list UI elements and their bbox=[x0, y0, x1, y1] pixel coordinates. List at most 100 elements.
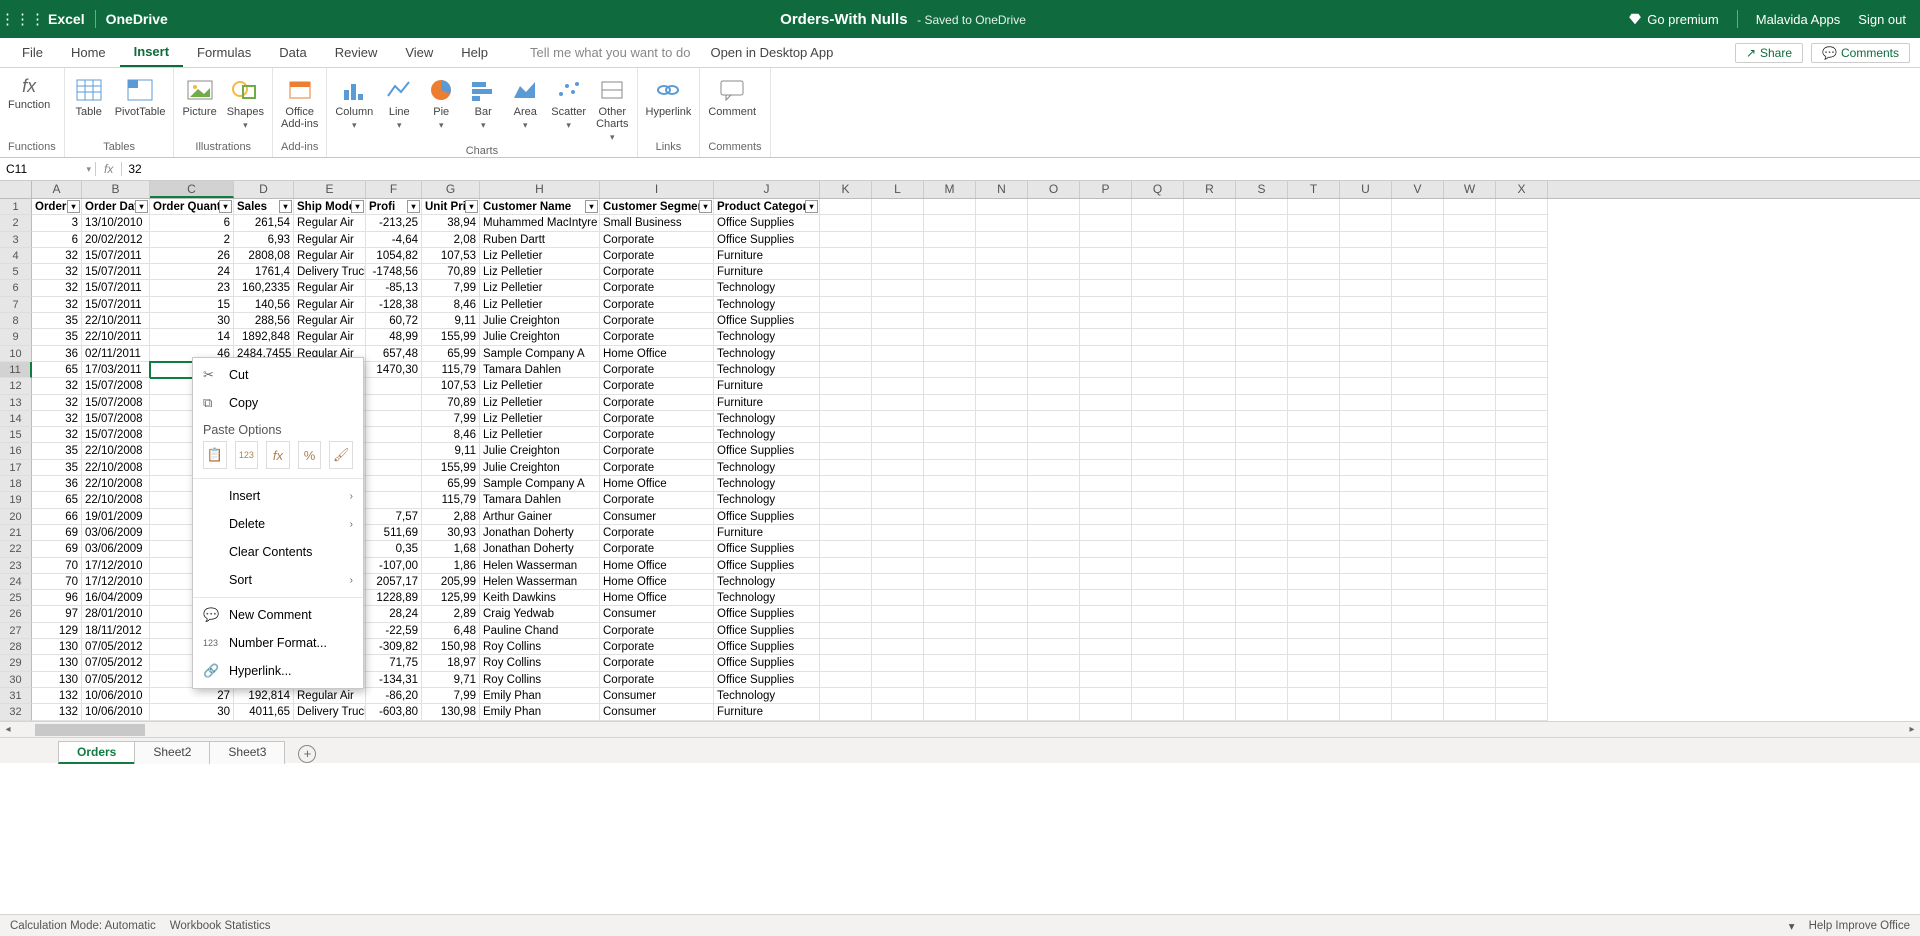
cell[interactable]: -107,00 bbox=[366, 558, 422, 574]
insert-shapes-button[interactable]: Shapes▾ bbox=[227, 72, 264, 131]
cell[interactable] bbox=[1132, 574, 1184, 590]
cell[interactable]: 07/05/2012 bbox=[82, 655, 150, 671]
cell[interactable]: 1228,89 bbox=[366, 590, 422, 606]
cell[interactable]: Liz Pelletier bbox=[480, 411, 600, 427]
cell[interactable] bbox=[1340, 346, 1392, 362]
cell[interactable] bbox=[1184, 460, 1236, 476]
cell[interactable] bbox=[1288, 476, 1340, 492]
cell[interactable] bbox=[1080, 541, 1132, 557]
cell[interactable] bbox=[1392, 297, 1444, 313]
header-cell[interactable] bbox=[872, 199, 924, 215]
ribbon-tab-review[interactable]: Review bbox=[321, 38, 392, 67]
cell[interactable] bbox=[1132, 280, 1184, 296]
cell[interactable]: 15/07/2008 bbox=[82, 427, 150, 443]
cell[interactable] bbox=[820, 427, 872, 443]
cell[interactable]: 9,71 bbox=[422, 672, 480, 688]
cell[interactable]: 288,56 bbox=[234, 313, 294, 329]
cell[interactable] bbox=[976, 297, 1028, 313]
cell[interactable] bbox=[1132, 509, 1184, 525]
cell[interactable] bbox=[1444, 655, 1496, 671]
ribbon-tab-data[interactable]: Data bbox=[265, 38, 320, 67]
filter-dropdown-icon[interactable]: ▾ bbox=[351, 200, 364, 213]
cell[interactable] bbox=[1132, 492, 1184, 508]
header-cell[interactable]: Order▾ bbox=[32, 199, 82, 215]
cell[interactable]: 65 bbox=[32, 362, 82, 378]
sheet-tab-orders[interactable]: Orders bbox=[58, 741, 135, 764]
cell[interactable] bbox=[976, 558, 1028, 574]
header-cell[interactable] bbox=[976, 199, 1028, 215]
cell[interactable]: 107,53 bbox=[422, 248, 480, 264]
cell[interactable] bbox=[1496, 264, 1548, 280]
cell[interactable] bbox=[1392, 232, 1444, 248]
cell[interactable] bbox=[872, 509, 924, 525]
cell[interactable]: Corporate bbox=[600, 248, 714, 264]
cell[interactable]: Delivery Truck bbox=[294, 264, 366, 280]
cell[interactable]: Corporate bbox=[600, 639, 714, 655]
go-premium-button[interactable]: Go premium bbox=[1628, 12, 1719, 27]
cell[interactable]: Office Supplies bbox=[714, 313, 820, 329]
cell[interactable] bbox=[820, 541, 872, 557]
cell[interactable] bbox=[1028, 623, 1080, 639]
cell[interactable] bbox=[820, 623, 872, 639]
cell[interactable]: Regular Air bbox=[294, 313, 366, 329]
cell[interactable] bbox=[1444, 232, 1496, 248]
cell[interactable] bbox=[1028, 297, 1080, 313]
cell[interactable] bbox=[1496, 329, 1548, 345]
cell[interactable] bbox=[1444, 427, 1496, 443]
cell[interactable] bbox=[1080, 395, 1132, 411]
cell[interactable] bbox=[1236, 541, 1288, 557]
row-header[interactable]: 20 bbox=[0, 509, 32, 525]
cell[interactable]: Office Supplies bbox=[714, 655, 820, 671]
cell[interactable] bbox=[1444, 606, 1496, 622]
cell[interactable]: 1761,4 bbox=[234, 264, 294, 280]
cell[interactable]: 8,46 bbox=[422, 427, 480, 443]
cell[interactable] bbox=[1028, 232, 1080, 248]
cell[interactable] bbox=[1028, 672, 1080, 688]
cell[interactable]: Muhammed MacIntyre bbox=[480, 215, 600, 231]
cell[interactable] bbox=[1028, 476, 1080, 492]
cell[interactable] bbox=[872, 558, 924, 574]
cell[interactable] bbox=[1132, 558, 1184, 574]
cell[interactable] bbox=[820, 280, 872, 296]
cell[interactable]: 32 bbox=[32, 395, 82, 411]
cell[interactable] bbox=[1080, 688, 1132, 704]
column-header-M[interactable]: M bbox=[924, 181, 976, 198]
cell[interactable] bbox=[820, 248, 872, 264]
cell[interactable] bbox=[924, 280, 976, 296]
cell[interactable]: Consumer bbox=[600, 606, 714, 622]
cell[interactable] bbox=[1340, 541, 1392, 557]
cell[interactable]: Roy Collins bbox=[480, 655, 600, 671]
cell[interactable] bbox=[1444, 525, 1496, 541]
cell[interactable] bbox=[1184, 558, 1236, 574]
header-cell[interactable]: Customer Name▾ bbox=[480, 199, 600, 215]
cell[interactable] bbox=[872, 395, 924, 411]
cell[interactable] bbox=[1028, 509, 1080, 525]
cell[interactable] bbox=[1392, 574, 1444, 590]
cell[interactable] bbox=[1236, 590, 1288, 606]
cell[interactable] bbox=[1236, 460, 1288, 476]
cell[interactable] bbox=[976, 672, 1028, 688]
cell[interactable]: 30,93 bbox=[422, 525, 480, 541]
cell[interactable] bbox=[1080, 411, 1132, 427]
cell[interactable] bbox=[1236, 492, 1288, 508]
cell[interactable] bbox=[1132, 525, 1184, 541]
cell[interactable]: Technology bbox=[714, 590, 820, 606]
header-cell[interactable]: Order Quantit▾ bbox=[150, 199, 234, 215]
column-header-A[interactable]: A bbox=[32, 181, 82, 198]
cell[interactable]: 28/01/2010 bbox=[82, 606, 150, 622]
paste-values-button[interactable]: 123 bbox=[235, 441, 259, 469]
cell[interactable] bbox=[1496, 443, 1548, 459]
cell[interactable] bbox=[1184, 264, 1236, 280]
cell[interactable] bbox=[820, 313, 872, 329]
cell[interactable] bbox=[1496, 492, 1548, 508]
cell[interactable] bbox=[1184, 395, 1236, 411]
cell[interactable] bbox=[1496, 378, 1548, 394]
cell[interactable]: 22/10/2008 bbox=[82, 460, 150, 476]
cell[interactable]: 13/10/2010 bbox=[82, 215, 150, 231]
cell[interactable]: Craig Yedwab bbox=[480, 606, 600, 622]
cell[interactable]: Regular Air bbox=[294, 688, 366, 704]
cell[interactable] bbox=[872, 411, 924, 427]
row-header[interactable]: 12 bbox=[0, 378, 32, 394]
cell[interactable] bbox=[976, 574, 1028, 590]
cell[interactable]: Emily Phan bbox=[480, 704, 600, 720]
